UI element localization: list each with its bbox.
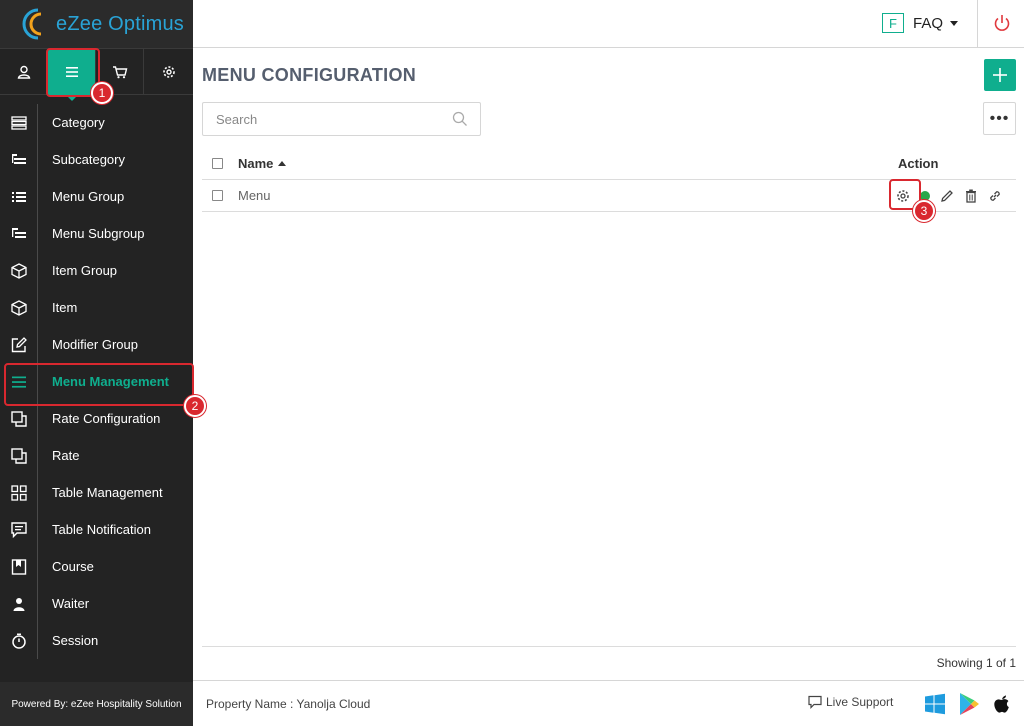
trash-icon (966, 189, 976, 203)
sidebar-item-waiter[interactable]: Waiter (0, 585, 193, 622)
google-play-link[interactable] (958, 692, 980, 721)
plus-icon (993, 68, 1007, 82)
person-icon (13, 597, 24, 611)
sidebar-item-table-management[interactable]: Table Management (0, 474, 193, 511)
sidebar-item-label: Course (52, 559, 94, 574)
apple-app-link[interactable] (992, 693, 1012, 720)
sort-asc-icon (278, 160, 287, 166)
windows-app-link[interactable] (924, 693, 946, 720)
sidebar-item-label: Modifier Group (52, 337, 138, 352)
copy-icon (10, 447, 27, 464)
logo-text: eZee Optimus (56, 12, 185, 35)
property-name: Property Name : Yanolja Cloud (206, 697, 371, 711)
sidebar-item-table-notification[interactable]: Table Notification (0, 511, 193, 548)
grid-icon (10, 484, 27, 501)
link-button[interactable] (986, 187, 1004, 205)
cart-icon (112, 66, 127, 79)
faq-dropdown[interactable]: F FAQ (881, 13, 958, 33)
logo-icon (16, 6, 56, 42)
logo[interactable]: eZee Optimus (0, 0, 193, 48)
link-icon (990, 191, 1000, 201)
timer-icon (11, 633, 26, 649)
sidebar-item-label: Rate (52, 448, 80, 463)
sidebar-item-rate[interactable]: Rate (0, 437, 193, 474)
app-store-links (912, 692, 1012, 721)
row-checkbox[interactable] (212, 190, 223, 201)
apple-icon (994, 695, 1009, 713)
sidebar-item-course[interactable]: Course (0, 548, 193, 585)
search-input[interactable] (203, 104, 433, 134)
column-header-name[interactable]: Name (238, 155, 287, 171)
chat-icon (808, 695, 822, 709)
subgroup-icon (11, 227, 26, 238)
sidebar-footer: Powered By: eZee Hospitality Solution (0, 682, 193, 726)
table-footer-divider (202, 646, 1016, 647)
sidebar-item-modifier-group[interactable]: Modifier Group (0, 326, 193, 363)
sidebar-item-label: Rate Configuration (52, 411, 161, 426)
bookmark-icon (11, 558, 26, 575)
page-title: MENU CONFIGURATION (202, 65, 417, 85)
windows-icon (925, 693, 945, 715)
gear-icon (162, 66, 175, 78)
live-support-link[interactable]: Live Support (808, 695, 893, 709)
main-content: MENU CONFIGURATION ••• Name Action Menu (193, 49, 1024, 680)
sidebar-item-label: Waiter (52, 596, 90, 611)
sidebar-item-subcategory[interactable]: Subcategory (0, 141, 193, 178)
category-icon (10, 115, 27, 130)
column-header-name-label: Name (238, 155, 274, 171)
copy-icon (10, 410, 27, 427)
sidebar-item-label: Subcategory (52, 152, 125, 167)
sidebar-item-label: Menu Group (52, 189, 125, 204)
edit-button[interactable] (938, 187, 956, 205)
page-footer: Property Name : Yanolja Cloud Live Suppo… (193, 680, 1024, 726)
sidebar-item-menu-group[interactable]: Menu Group (0, 178, 193, 215)
callout-highlight-menu-management (4, 363, 194, 406)
sidebar-item-label: Table Notification (52, 522, 151, 537)
table-header: Name Action (202, 147, 1016, 180)
sidebar-item-menu-subgroup[interactable]: Menu Subgroup (0, 215, 193, 252)
sidebar-item-label: Menu Subgroup (52, 226, 145, 241)
sidebar-item-label: Item (52, 300, 78, 315)
app-root: eZee Optimus Category Subcategory Menu G… (0, 0, 1024, 726)
more-options-button[interactable]: ••• (983, 102, 1016, 135)
faq-label: FAQ (912, 14, 943, 32)
pagination-info: Showing 1 of 1 (936, 656, 1016, 670)
sidebar-item-item-group[interactable]: Item Group (0, 252, 193, 289)
chevron-down-icon (950, 20, 958, 26)
top-header: F FAQ (193, 0, 1024, 48)
sidebar-item-label: Category (52, 115, 105, 130)
list-icon (11, 191, 26, 202)
power-button[interactable] (992, 13, 1012, 33)
message-icon (10, 521, 27, 538)
subcategory-icon (11, 153, 26, 164)
live-support-label: Live Support (826, 695, 894, 709)
search-box (202, 102, 481, 136)
search-icon[interactable] (452, 111, 468, 127)
pencil-icon (941, 190, 953, 202)
sidebar-item-label: Session (52, 633, 99, 648)
sidebar-item-label: Item Group (52, 263, 118, 278)
google-play-icon (960, 693, 979, 715)
row-name: Menu (238, 188, 271, 203)
callout-badge: 3 (913, 200, 935, 222)
select-all-checkbox[interactable] (212, 157, 223, 169)
tab-user[interactable] (0, 49, 48, 95)
sidebar-item-session[interactable]: Session (0, 622, 193, 659)
sidebar-item-item[interactable]: Item (0, 289, 193, 326)
sidebar-item-category[interactable]: Category (0, 104, 193, 141)
callout-badge: 2 (184, 395, 206, 417)
header-divider (977, 0, 978, 48)
box-icon (10, 262, 27, 279)
user-icon (17, 65, 30, 79)
delete-button[interactable] (962, 187, 980, 205)
column-header-action: Action (898, 155, 939, 171)
box-icon (10, 299, 27, 316)
add-button[interactable] (984, 59, 1016, 91)
power-icon (994, 15, 1010, 31)
callout-badge: 1 (91, 82, 113, 104)
faq-letter-badge: F (881, 13, 904, 33)
edit-icon (11, 336, 27, 352)
tab-settings[interactable] (144, 49, 193, 95)
sidebar-item-label: Table Management (52, 485, 163, 500)
